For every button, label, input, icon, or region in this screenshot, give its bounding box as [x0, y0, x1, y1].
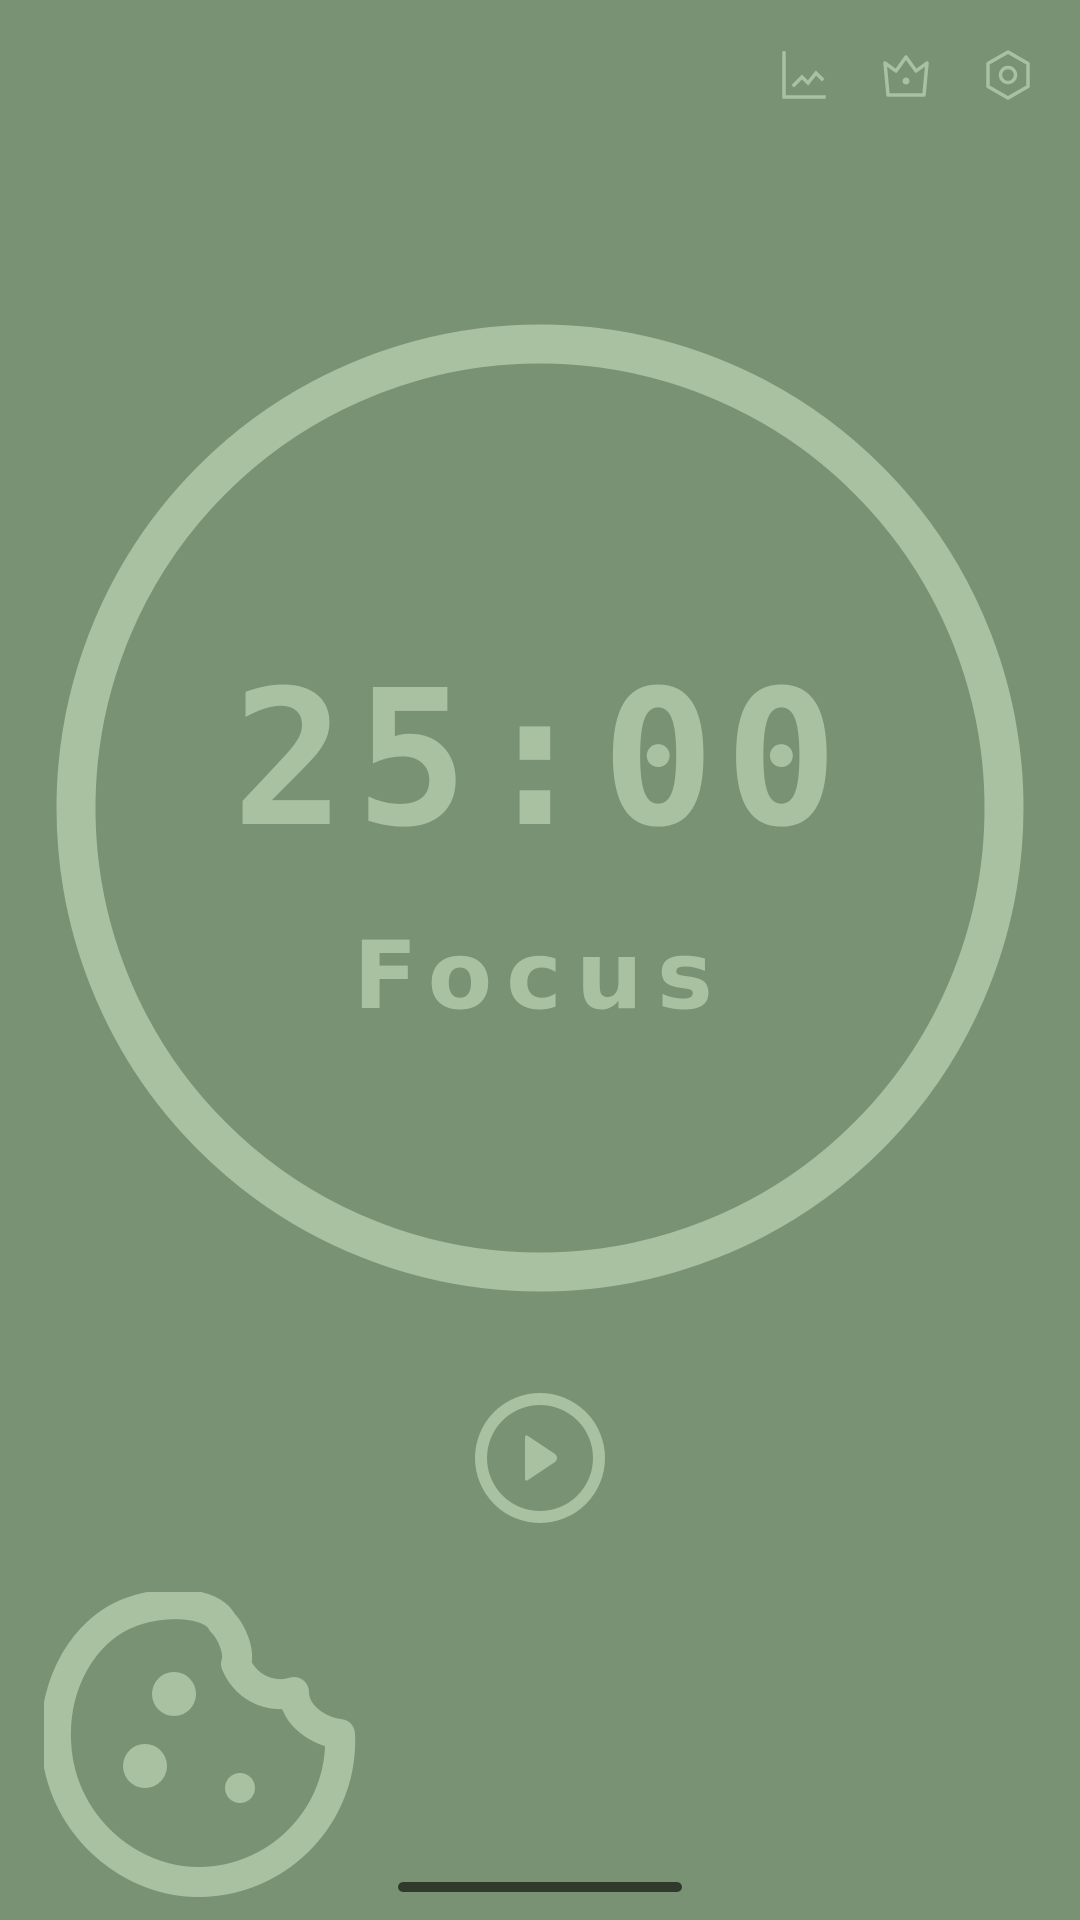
cookie-icon — [44, 1592, 356, 1898]
stats-chart-icon[interactable] — [768, 39, 840, 111]
timer-countdown: 25:00 — [232, 650, 848, 869]
settings-hexagon-icon[interactable] — [972, 39, 1044, 111]
play-icon — [475, 1393, 605, 1523]
cookie-button[interactable] — [44, 1592, 356, 1904]
timer-mode-label: Focus — [353, 922, 727, 1031]
home-indicator[interactable] — [398, 1882, 682, 1892]
crown-icon[interactable] — [870, 39, 942, 111]
top-toolbar — [738, 40, 1044, 110]
play-button[interactable] — [472, 1390, 608, 1526]
